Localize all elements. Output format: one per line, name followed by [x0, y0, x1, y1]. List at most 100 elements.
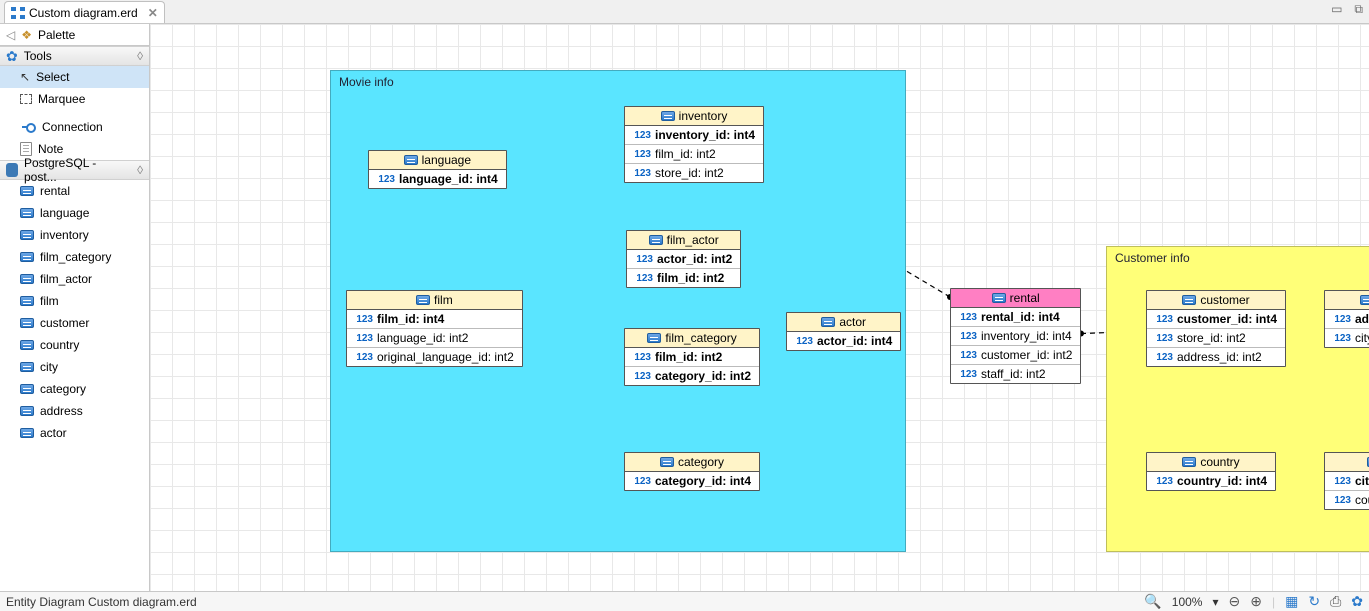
table-icon — [1182, 295, 1196, 305]
tab-bar: Custom diagram.erd ✕ ▭ ⧉ — [0, 0, 1369, 24]
column-city_id: 123city_id: int2 — [1325, 328, 1369, 347]
entity-title: city — [1325, 453, 1369, 472]
marquee-icon — [20, 94, 32, 104]
entity-film_category[interactable]: film_category123film_id: int2123category… — [624, 328, 760, 386]
column-category_id: 123category_id: int4 — [625, 472, 759, 490]
table-icon — [20, 208, 34, 218]
sidebar-table-customer[interactable]: customer — [0, 312, 149, 334]
entity-title: film_category — [625, 329, 759, 348]
zoom-minus-icon[interactable]: ⊖ — [1229, 593, 1241, 610]
sidebar-table-actor[interactable]: actor — [0, 422, 149, 444]
entity-language[interactable]: language123language_id: int4 — [368, 150, 507, 189]
table-label: customer — [40, 316, 89, 330]
sidebar-table-film[interactable]: film — [0, 290, 149, 312]
entity-customer[interactable]: customer123customer_id: int4123store_id:… — [1146, 290, 1286, 367]
datatype-icon: 123 — [355, 314, 373, 325]
tool-marquee[interactable]: Marquee — [0, 88, 149, 110]
table-label: inventory — [40, 228, 89, 242]
marquee-label: Marquee — [38, 92, 85, 106]
chevron-icon: ◊ — [137, 163, 143, 177]
sidebar-table-film_actor[interactable]: film_actor — [0, 268, 149, 290]
column-film_id: 123film_id: int2 — [625, 144, 763, 163]
diagram-canvas[interactable]: Movie infoCustomer infolanguage123langua… — [150, 24, 1369, 591]
table-icon — [1182, 457, 1196, 467]
refresh-icon[interactable]: ↻ — [1308, 593, 1320, 610]
tab-custom-diagram[interactable]: Custom diagram.erd ✕ — [4, 1, 165, 23]
datatype-icon: 123 — [1155, 333, 1173, 344]
datatype-icon: 123 — [633, 130, 651, 141]
sidebar-table-address[interactable]: address — [0, 400, 149, 422]
table-label: rental — [40, 184, 70, 198]
sidebar-table-city[interactable]: city — [0, 356, 149, 378]
maximize-icon[interactable]: ⧉ — [1354, 2, 1363, 17]
sidebar-table-category[interactable]: category — [0, 378, 149, 400]
datatype-icon: 123 — [355, 352, 373, 363]
section-datasource[interactable]: PostgreSQL - post... ◊ — [0, 160, 149, 180]
entity-film_actor[interactable]: film_actor123actor_id: int2123film_id: i… — [626, 230, 741, 288]
entity-title: country — [1147, 453, 1275, 472]
table-icon — [416, 295, 430, 305]
column-store_id: 123store_id: int2 — [625, 163, 763, 182]
entity-title: language — [369, 151, 506, 170]
entity-inventory[interactable]: inventory123inventory_id: int4123film_id… — [624, 106, 764, 183]
table-label: film — [40, 294, 59, 308]
entity-film[interactable]: film123film_id: int4123language_id: int2… — [346, 290, 523, 367]
tool-connection[interactable]: Connection — [0, 116, 149, 138]
entity-address[interactable]: address123address_id: int4123city_id: in… — [1324, 290, 1369, 348]
datatype-icon: 123 — [377, 174, 395, 185]
tab-title: Custom diagram.erd — [29, 6, 138, 20]
zoom-out-icon[interactable]: 🔍 — [1144, 593, 1161, 610]
zoom-dropdown-icon[interactable]: ▾ — [1212, 595, 1218, 609]
entity-city[interactable]: city123city_id: int4123country_id: int2 — [1324, 452, 1369, 510]
column-rental_id: 123rental_id: int4 — [951, 308, 1080, 326]
back-icon[interactable]: ◁ — [6, 28, 15, 42]
column-original_language_id: 123original_language_id: int2 — [347, 347, 522, 366]
column-actor_id: 123actor_id: int2 — [627, 250, 740, 268]
layout-icon[interactable]: ▦ — [1285, 593, 1298, 610]
sidebar-table-rental[interactable]: rental — [0, 180, 149, 202]
table-icon — [20, 274, 34, 284]
sidebar-palette: ◁ ❖ Palette ✿ Tools ◊ ↖ Select Marquee C… — [0, 24, 150, 591]
entity-actor[interactable]: actor123actor_id: int4 — [786, 312, 901, 351]
datatype-icon: 123 — [1333, 495, 1351, 506]
sidebar-table-inventory[interactable]: inventory — [0, 224, 149, 246]
print-icon[interactable]: ⎙ — [1330, 593, 1341, 610]
sidebar-table-language[interactable]: language — [0, 202, 149, 224]
datatype-icon: 123 — [633, 168, 651, 179]
gear-icon: ✿ — [6, 49, 18, 63]
group-title: Customer info — [1115, 251, 1190, 265]
zoom-plus-icon[interactable]: ⊕ — [1250, 593, 1262, 610]
close-icon[interactable]: ✕ — [148, 6, 158, 20]
column-category_id: 123category_id: int2 — [625, 366, 759, 385]
entity-category[interactable]: category123category_id: int4 — [624, 452, 760, 491]
column-actor_id: 123actor_id: int4 — [787, 332, 900, 350]
entity-title: film — [347, 291, 522, 310]
datatype-icon: 123 — [635, 273, 653, 284]
entity-title: rental — [951, 289, 1080, 308]
section-tools[interactable]: ✿ Tools ◊ — [0, 46, 149, 66]
entity-rental[interactable]: rental123rental_id: int4123inventory_id:… — [950, 288, 1081, 384]
tool-select[interactable]: ↖ Select — [0, 66, 149, 88]
datatype-icon: 123 — [1155, 314, 1173, 325]
zoom-value: 100% — [1172, 595, 1203, 609]
sidebar-table-country[interactable]: country — [0, 334, 149, 356]
table-icon — [660, 457, 674, 467]
table-label: film_actor — [40, 272, 92, 286]
cursor-icon: ↖ — [20, 70, 30, 84]
datatype-icon: 123 — [355, 333, 373, 344]
column-language_id: 123language_id: int4 — [369, 170, 506, 188]
datatype-icon: 123 — [635, 254, 653, 265]
settings-icon[interactable]: ✿ — [1351, 593, 1363, 610]
datatype-icon: 123 — [1333, 333, 1351, 344]
table-icon — [20, 362, 34, 372]
connection-icon — [20, 122, 36, 132]
datatype-icon: 123 — [959, 312, 977, 323]
column-city_id: 123city_id: int4 — [1325, 472, 1369, 490]
datatype-icon: 123 — [633, 476, 651, 487]
entity-country[interactable]: country123country_id: int4 — [1146, 452, 1276, 491]
minimize-icon[interactable]: ▭ — [1331, 2, 1342, 17]
datatype-icon: 123 — [795, 336, 813, 347]
entity-title: address — [1325, 291, 1369, 310]
table-icon — [1360, 295, 1369, 305]
sidebar-table-film_category[interactable]: film_category — [0, 246, 149, 268]
